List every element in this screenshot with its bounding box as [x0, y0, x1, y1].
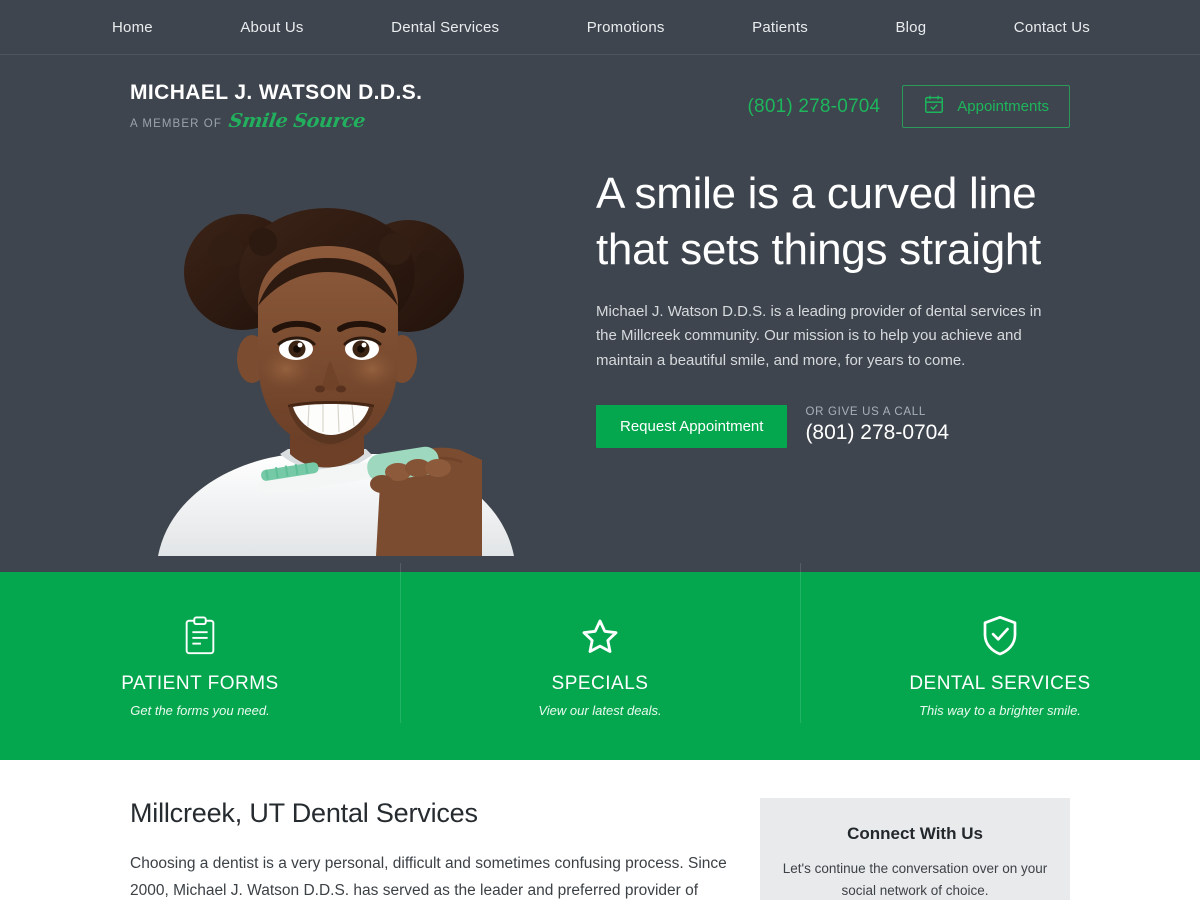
- header-actions: (801) 278-0704 Appointments: [748, 81, 1070, 128]
- feature-title: DENTAL SERVICES: [909, 672, 1091, 694]
- star-icon: [410, 615, 790, 657]
- hero-call-label: OR GIVE US A CALL: [805, 405, 926, 418]
- nav-item-dental-services[interactable]: Dental Services: [391, 19, 499, 36]
- feature-cards: PATIENT FORMS Get the forms you need. SP…: [0, 562, 1200, 726]
- connect-with-us-title: Connect With Us: [847, 824, 983, 843]
- main-content: Millcreek, UT Dental Services Choosing a…: [0, 760, 1200, 900]
- hero-section: MICHAEL J. WATSON D.D.S. A MEMBER OF Smi…: [0, 55, 1200, 572]
- connect-with-us-subtitle: Let's continue the conversation over on …: [782, 861, 1048, 898]
- shield-check-icon: [810, 615, 1190, 657]
- nav-items-container: Home About Us Dental Services Promotions…: [100, 19, 1100, 36]
- nav-item-blog[interactable]: Blog: [895, 19, 926, 36]
- nav-item-patients[interactable]: Patients: [752, 19, 808, 36]
- appointments-button-label: Appointments: [957, 98, 1049, 115]
- hero-body: A smile is a curved line that sets thing…: [130, 154, 1070, 557]
- feature-subtitle: This way to a brighter smile.: [919, 702, 1081, 718]
- request-appointment-button[interactable]: Request Appointment: [596, 404, 788, 448]
- nav-item-home[interactable]: Home: [112, 19, 153, 36]
- brand-name: MICHAEL J. WATSON D.D.S.: [130, 81, 423, 104]
- hero-call-number[interactable]: (801) 278-0704: [805, 421, 949, 445]
- nav-item-promotions[interactable]: Promotions: [587, 19, 665, 36]
- clipboard-icon: [10, 615, 390, 657]
- brand-member-label: A MEMBER OF: [130, 118, 222, 131]
- feature-title: PATIENT FORMS: [121, 672, 279, 694]
- brand-affiliation: A MEMBER OF Smile Source: [130, 110, 422, 132]
- feature-title: SPECIALS: [551, 672, 649, 694]
- hero-image: [130, 154, 530, 557]
- calendar-check-icon: [923, 93, 945, 120]
- feature-subtitle: View our latest deals.: [538, 702, 662, 718]
- nav-item-about-us[interactable]: About Us: [240, 19, 303, 36]
- brand-network-name: Smile Source: [227, 110, 367, 133]
- brand-logo[interactable]: MICHAEL J. WATSON D.D.S. A MEMBER OF Smi…: [130, 81, 422, 132]
- site-header: MICHAEL J. WATSON D.D.S. A MEMBER OF Smi…: [130, 55, 1070, 132]
- header-phone-link[interactable]: (801) 278-0704: [748, 96, 881, 118]
- content-column: Millcreek, UT Dental Services Choosing a…: [130, 798, 730, 900]
- feature-card-dental-services[interactable]: DENTAL SERVICES This way to a brighter s…: [800, 562, 1200, 726]
- hero-text-block: A smile is a curved line that sets thing…: [530, 154, 1070, 556]
- nav-item-contact-us[interactable]: Contact Us: [1014, 19, 1090, 36]
- hero-heading: A smile is a curved line that sets thing…: [596, 169, 1041, 274]
- feature-subtitle: Get the forms you need.: [130, 702, 270, 718]
- hero-paragraph: Michael J. Watson D.D.S. is a leading pr…: [596, 303, 1042, 369]
- connect-with-us-panel: Connect With Us Let's continue the conve…: [760, 798, 1070, 900]
- sidebar-column: Connect With Us Let's continue the conve…: [760, 798, 1070, 900]
- hero-call-block: OR GIVE US A CALL (801) 278-0704: [805, 405, 949, 445]
- feature-band: PATIENT FORMS Get the forms you need. SP…: [0, 562, 1200, 760]
- hero-cta-group: Request Appointment OR GIVE US A CALL (8…: [596, 404, 1070, 448]
- intro-paragraph: Choosing a dentist is a very personal, d…: [130, 855, 727, 900]
- feature-card-patient-forms[interactable]: PATIENT FORMS Get the forms you need.: [0, 607, 400, 726]
- primary-navigation: Home About Us Dental Services Promotions…: [0, 0, 1200, 55]
- page-title: Millcreek, UT Dental Services: [130, 798, 478, 828]
- feature-card-specials[interactable]: SPECIALS View our latest deals.: [400, 562, 800, 726]
- main-columns: Millcreek, UT Dental Services Choosing a…: [130, 798, 1070, 900]
- appointments-button[interactable]: Appointments: [902, 85, 1070, 128]
